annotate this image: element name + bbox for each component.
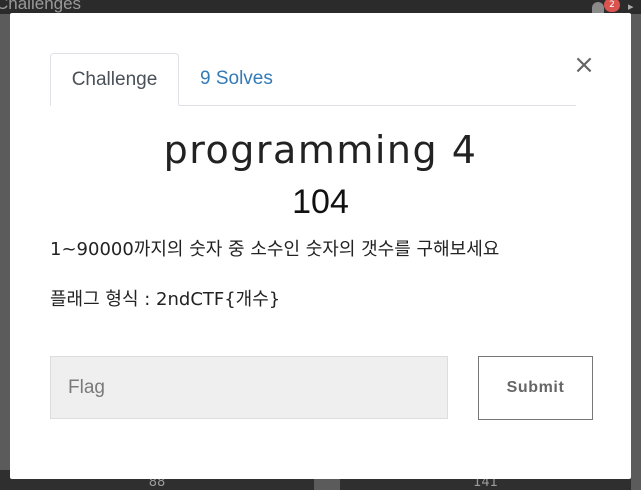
flag-format-text: 플래그 형식 : 2ndCTF{개수} [50, 289, 281, 310]
close-icon[interactable]: × [572, 51, 596, 79]
tab-solves[interactable]: 9 Solves [200, 53, 273, 105]
challenge-title: programming 4 [163, 128, 478, 172]
notification-badge: 2 [604, 0, 620, 12]
challenge-value: 104 [292, 183, 349, 221]
navbar: Challenges 2 ▸ [0, 0, 641, 14]
challenge-modal: Challenge 9 Solves × programming 4 104 1… [10, 13, 631, 479]
modal-tabs: Challenge 9 Solves [50, 53, 576, 106]
submit-button[interactable]: Submit [478, 356, 593, 420]
challenge-description: 1~90000까지의 숫자 중 소수인 숫자의 갯수를 구해보세요 [50, 239, 500, 260]
navbar-brand[interactable]: Challenges [0, 0, 81, 14]
flag-input[interactable] [50, 356, 448, 419]
tab-challenge[interactable]: Challenge [50, 53, 179, 106]
navbar-edge-icon: ▸ [628, 0, 634, 13]
